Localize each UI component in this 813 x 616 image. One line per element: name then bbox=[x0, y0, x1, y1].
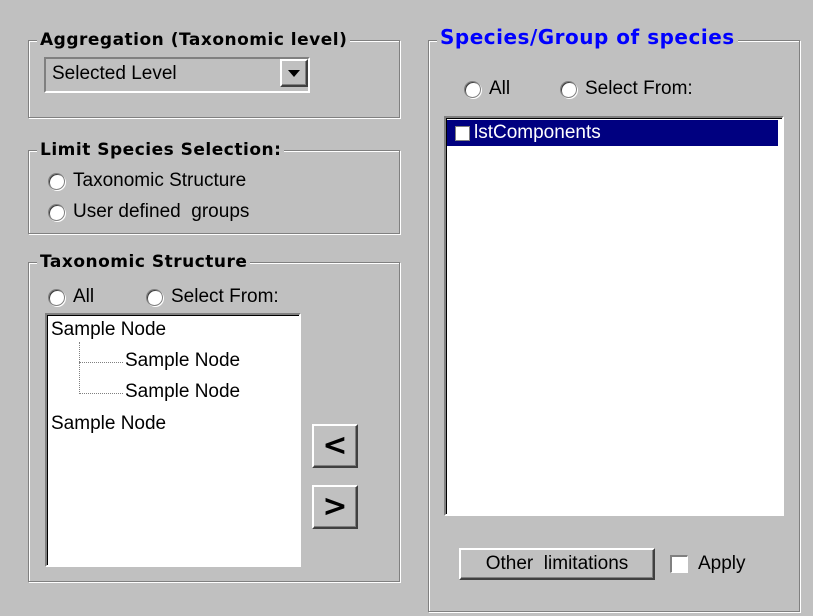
tree-node[interactable]: Sample Node bbox=[125, 350, 240, 372]
radio-circle[interactable] bbox=[146, 288, 163, 306]
radio-label: All bbox=[73, 286, 95, 307]
list-item-label: lstComponents bbox=[474, 122, 601, 143]
radio-species-all[interactable]: All bbox=[464, 78, 510, 100]
limit-legend: Limit Species Selection: bbox=[37, 139, 285, 161]
radio-circle[interactable] bbox=[464, 80, 481, 98]
radio-label: Select From: bbox=[585, 78, 693, 99]
aggregation-selected-value: Selected Level bbox=[52, 63, 177, 84]
list-item[interactable]: lstComponents bbox=[447, 120, 778, 146]
radio-label: Select From: bbox=[171, 286, 279, 307]
move-right-label: > bbox=[322, 489, 348, 524]
radio-label: All bbox=[489, 78, 511, 99]
chevron-down-icon bbox=[288, 69, 300, 77]
move-left-label: < bbox=[322, 428, 348, 463]
radio-label: Taxonomic Structure bbox=[73, 170, 247, 191]
radio-user-defined-groups[interactable]: User defined groups bbox=[48, 201, 249, 223]
tree-connector bbox=[79, 342, 80, 394]
taxonomic-legend: Taxonomic Structure bbox=[37, 251, 251, 273]
other-limitations-label: Other limitations bbox=[485, 553, 629, 574]
radio-label: User defined groups bbox=[73, 201, 250, 222]
list-item-checkbox[interactable] bbox=[455, 125, 470, 141]
radio-circle[interactable] bbox=[48, 203, 65, 221]
tree-node[interactable]: Sample Node bbox=[125, 381, 240, 403]
tree-node[interactable]: Sample Node bbox=[51, 319, 166, 341]
apply-checkbox-box[interactable] bbox=[670, 555, 688, 573]
radio-taxonomic-select-from[interactable]: Select From: bbox=[146, 286, 279, 308]
move-right-button[interactable]: > bbox=[312, 485, 358, 529]
radio-circle[interactable] bbox=[48, 288, 65, 306]
species-legend: Species/Group of species bbox=[437, 26, 738, 48]
apply-checkbox[interactable]: Apply bbox=[670, 553, 746, 575]
radio-species-select-from[interactable]: Select From: bbox=[560, 78, 693, 100]
dropdown-arrow-button[interactable] bbox=[280, 59, 308, 87]
move-left-button[interactable]: < bbox=[312, 424, 358, 468]
tree-node[interactable]: Sample Node bbox=[51, 413, 166, 435]
species-list[interactable]: lstComponents bbox=[444, 116, 784, 516]
taxonomic-tree[interactable]: Sample Node Sample Node Sample Node Samp… bbox=[45, 313, 301, 567]
radio-taxonomic-all[interactable]: All bbox=[48, 286, 94, 308]
tree-connector bbox=[79, 362, 123, 363]
aggregation-select[interactable]: Selected Level bbox=[44, 57, 310, 93]
radio-taxonomic-structure[interactable]: Taxonomic Structure bbox=[48, 170, 246, 192]
apply-label: Apply bbox=[698, 553, 746, 574]
aggregation-legend: Aggregation (Taxonomic level) bbox=[37, 29, 351, 51]
radio-circle[interactable] bbox=[560, 80, 577, 98]
other-limitations-button[interactable]: Other limitations bbox=[459, 548, 655, 580]
tree-connector bbox=[79, 393, 123, 394]
radio-circle[interactable] bbox=[48, 172, 65, 190]
